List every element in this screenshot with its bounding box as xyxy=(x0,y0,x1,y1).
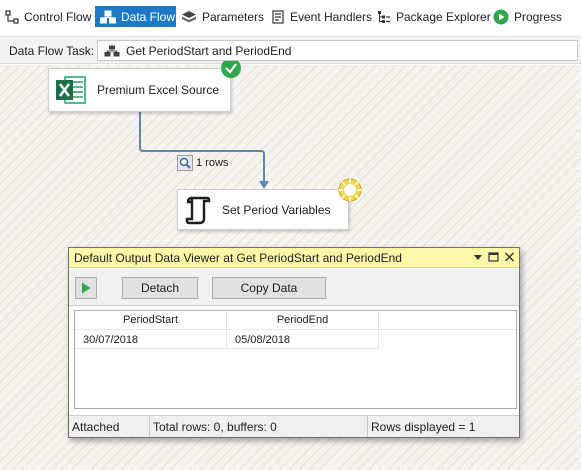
event-handlers-icon xyxy=(272,9,284,24)
cell-period-end: 05/08/2018 xyxy=(227,330,379,349)
play-icon xyxy=(82,282,91,294)
data-flow-icon xyxy=(100,10,116,23)
data-viewer-window: Default Output Data Viewer at Get Period… xyxy=(68,247,520,438)
data-flow-task-icon xyxy=(104,45,120,56)
set-period-variables-component[interactable]: Set Period Variables xyxy=(177,189,349,230)
data-viewer-title-bar[interactable]: Default Output Data Viewer at Get Period… xyxy=(69,248,519,268)
script-component-icon xyxy=(185,196,211,224)
tab-label: Data Flow xyxy=(121,9,176,24)
tab-data-flow[interactable]: Data Flow xyxy=(95,6,176,27)
parameters-icon xyxy=(182,10,196,22)
magnifier-icon xyxy=(177,155,193,171)
excel-icon xyxy=(56,76,86,104)
window-controls xyxy=(473,251,515,263)
success-check-icon xyxy=(221,61,241,78)
designer-tab-strip: Control Flow Data Flow Parameters Event … xyxy=(0,0,581,33)
executing-status-icon xyxy=(338,178,362,202)
data-viewer-title: Default Output Data Viewer at Get Period… xyxy=(74,251,402,265)
tab-package-explorer[interactable]: Package Explorer xyxy=(372,6,496,27)
tab-label: Control Flow xyxy=(24,9,92,24)
tab-control-flow[interactable]: Control Flow xyxy=(0,6,96,27)
task-label: Data Flow Task: xyxy=(9,44,95,58)
table-row[interactable]: 30/07/2018 05/08/2018 xyxy=(75,330,516,349)
data-viewer-status-bar: Attached Total rows: 0, buffers: 0 Rows … xyxy=(69,415,519,437)
tab-label: Progress xyxy=(514,9,563,24)
data-viewer-toolbar: Detach Copy Data xyxy=(69,269,519,306)
tab-parameters[interactable]: Parameters xyxy=(176,6,269,27)
status-attached: Attached xyxy=(69,416,150,437)
control-flow-icon xyxy=(5,9,19,24)
tab-progress[interactable]: Progress xyxy=(488,6,567,27)
dropdown-arrow-icon[interactable] xyxy=(473,251,483,263)
column-header-period-end[interactable]: PeriodEnd xyxy=(227,311,379,329)
progress-icon xyxy=(493,9,509,24)
cell-period-start: 30/07/2018 xyxy=(75,330,227,349)
status-rows-displayed: Rows displayed = 1 xyxy=(371,420,476,434)
data-flow-task-dropdown[interactable]: Get PeriodStart and PeriodEnd xyxy=(97,40,578,61)
tab-label: Event Handlers xyxy=(290,9,373,24)
copy-data-button[interactable]: Copy Data xyxy=(212,277,326,299)
component-label: Set Period Variables xyxy=(222,202,331,217)
detach-button[interactable]: Detach xyxy=(122,277,198,299)
premium-excel-source-component[interactable]: Premium Excel Source xyxy=(48,68,231,112)
tab-label: Parameters xyxy=(202,9,265,24)
grid-header: PeriodStart PeriodEnd xyxy=(75,311,516,330)
package-explorer-icon xyxy=(378,10,390,23)
data-viewer-grid[interactable]: PeriodStart PeriodEnd 30/07/2018 05/08/2… xyxy=(74,310,517,409)
status-totals: Total rows: 0, buffers: 0 xyxy=(150,416,368,437)
column-header-period-start[interactable]: PeriodStart xyxy=(75,311,227,329)
maximize-icon[interactable] xyxy=(488,251,499,263)
row-count-label: 1 rows xyxy=(196,157,229,169)
resume-button[interactable] xyxy=(75,277,97,299)
tab-label: Package Explorer xyxy=(396,9,491,24)
component-label: Premium Excel Source xyxy=(97,83,220,97)
task-selector-bar: Data Flow Task: Get PeriodStart and Peri… xyxy=(0,36,581,64)
close-icon[interactable] xyxy=(504,251,515,263)
selected-task: Get PeriodStart and PeriodEnd xyxy=(126,43,292,58)
tab-event-handlers[interactable]: Event Handlers xyxy=(266,6,377,27)
path-row-count[interactable]: 1 rows xyxy=(177,155,228,171)
